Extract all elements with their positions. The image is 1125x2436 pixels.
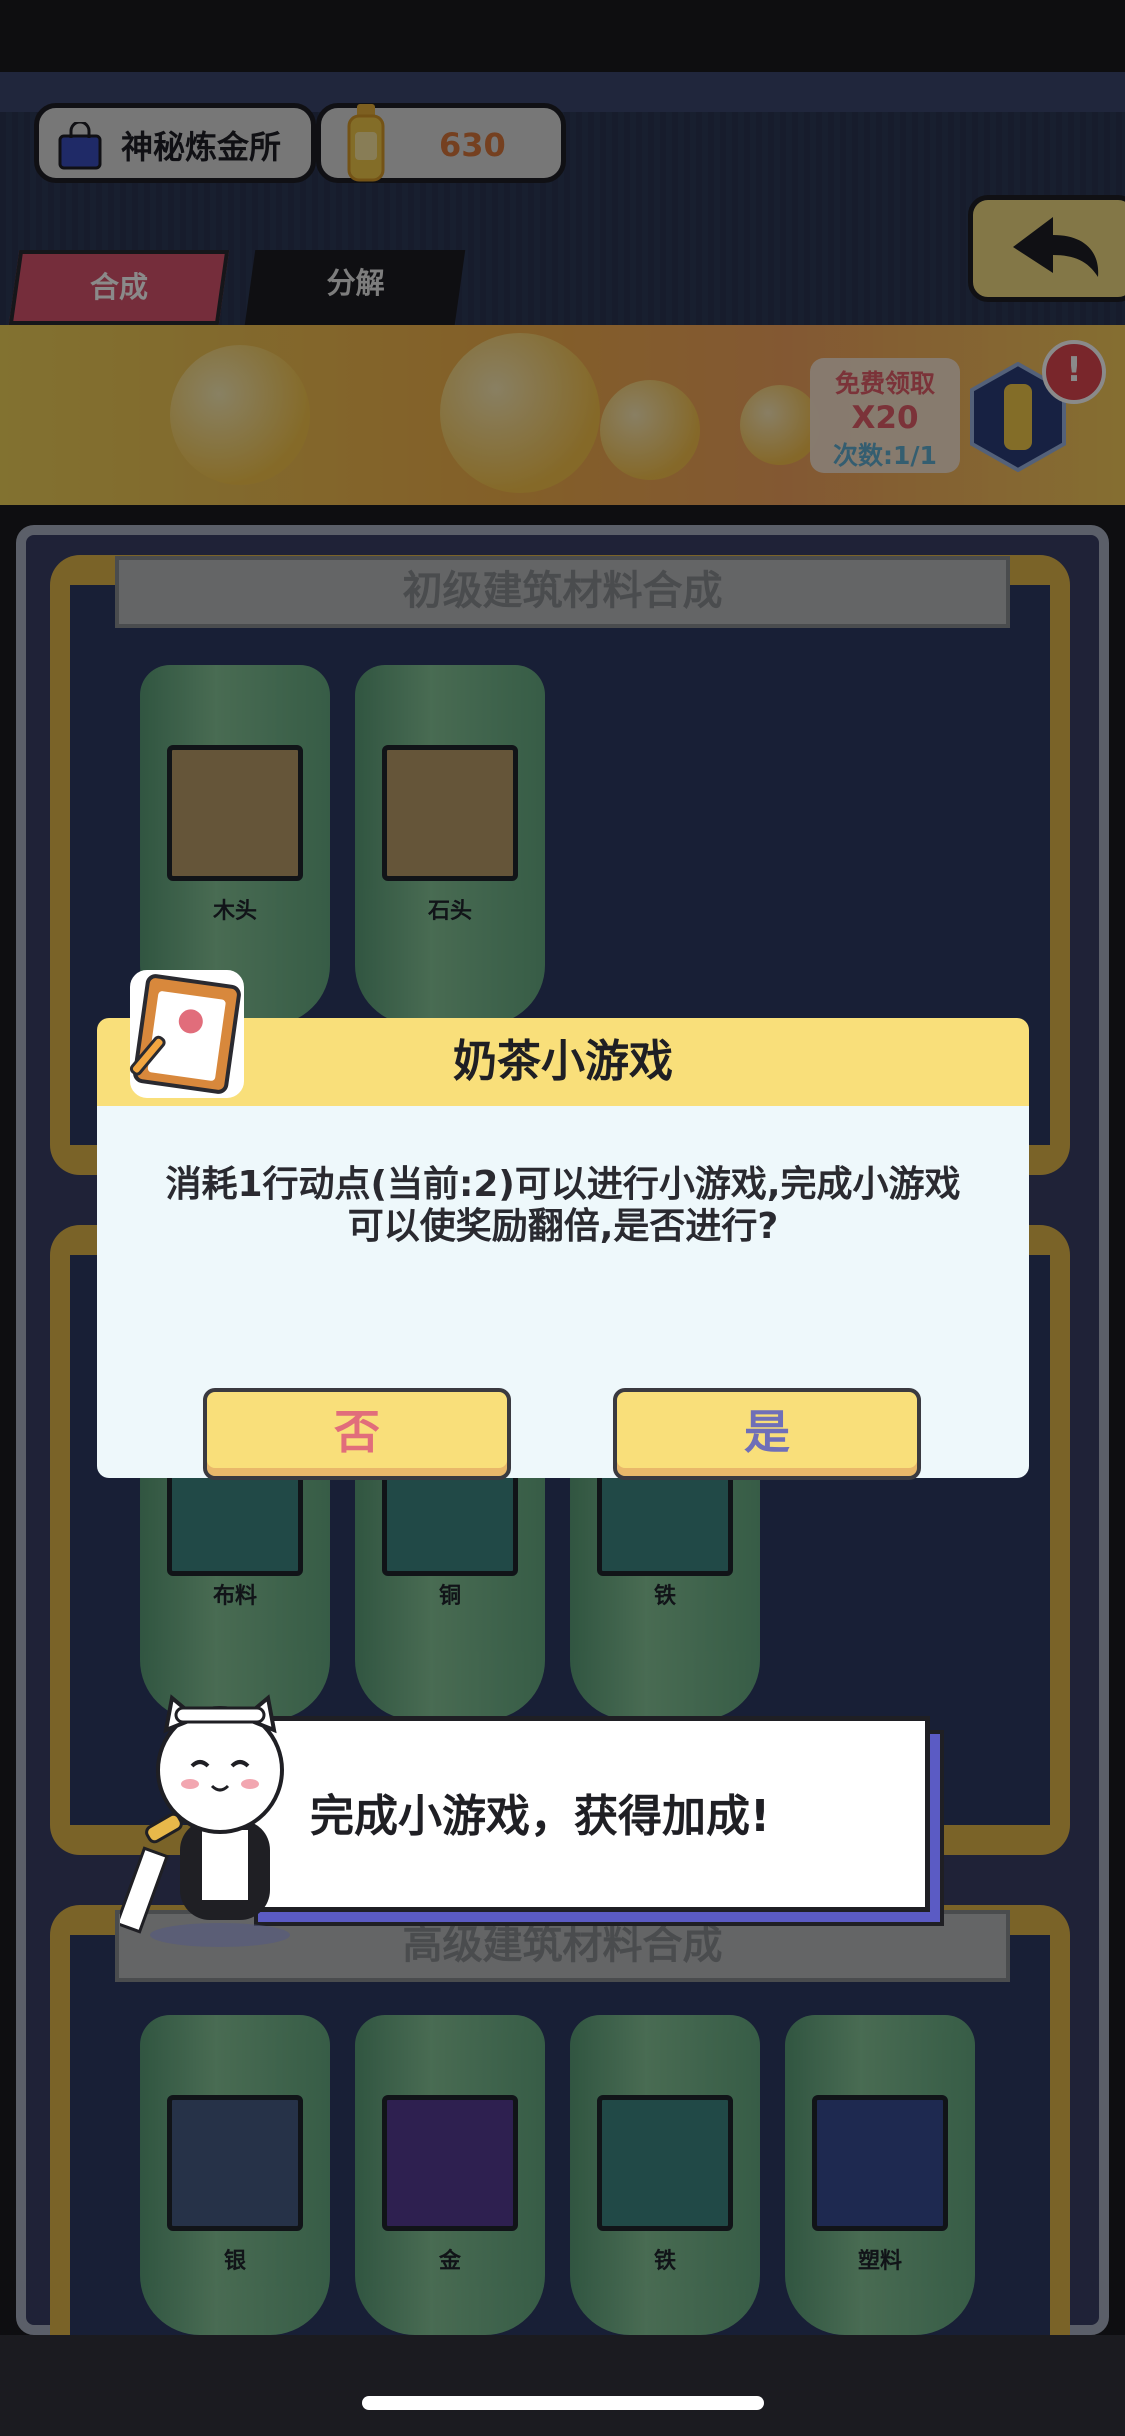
dialog-body: 消耗1行动点(当前:2)可以进行小游戏,完成小游戏可以使奖励翻倍,是否进行? 否… — [97, 1106, 1029, 1480]
no-button[interactable]: 否 — [203, 1388, 511, 1480]
maid-cat-mascot — [120, 1694, 290, 1947]
bottom-bar — [0, 2335, 1125, 2436]
home-indicator[interactable] — [362, 2396, 764, 2410]
dialog-message: 消耗1行动点(当前:2)可以进行小游戏,完成小游戏可以使奖励翻倍,是否进行? — [165, 1164, 961, 1247]
tip-bubble: 完成小游戏，获得加成! — [240, 1716, 944, 1926]
clipboard-icon — [129, 970, 244, 1098]
tip-text: 完成小游戏，获得加成! — [310, 1791, 771, 1842]
yes-button[interactable]: 是 — [613, 1388, 921, 1480]
